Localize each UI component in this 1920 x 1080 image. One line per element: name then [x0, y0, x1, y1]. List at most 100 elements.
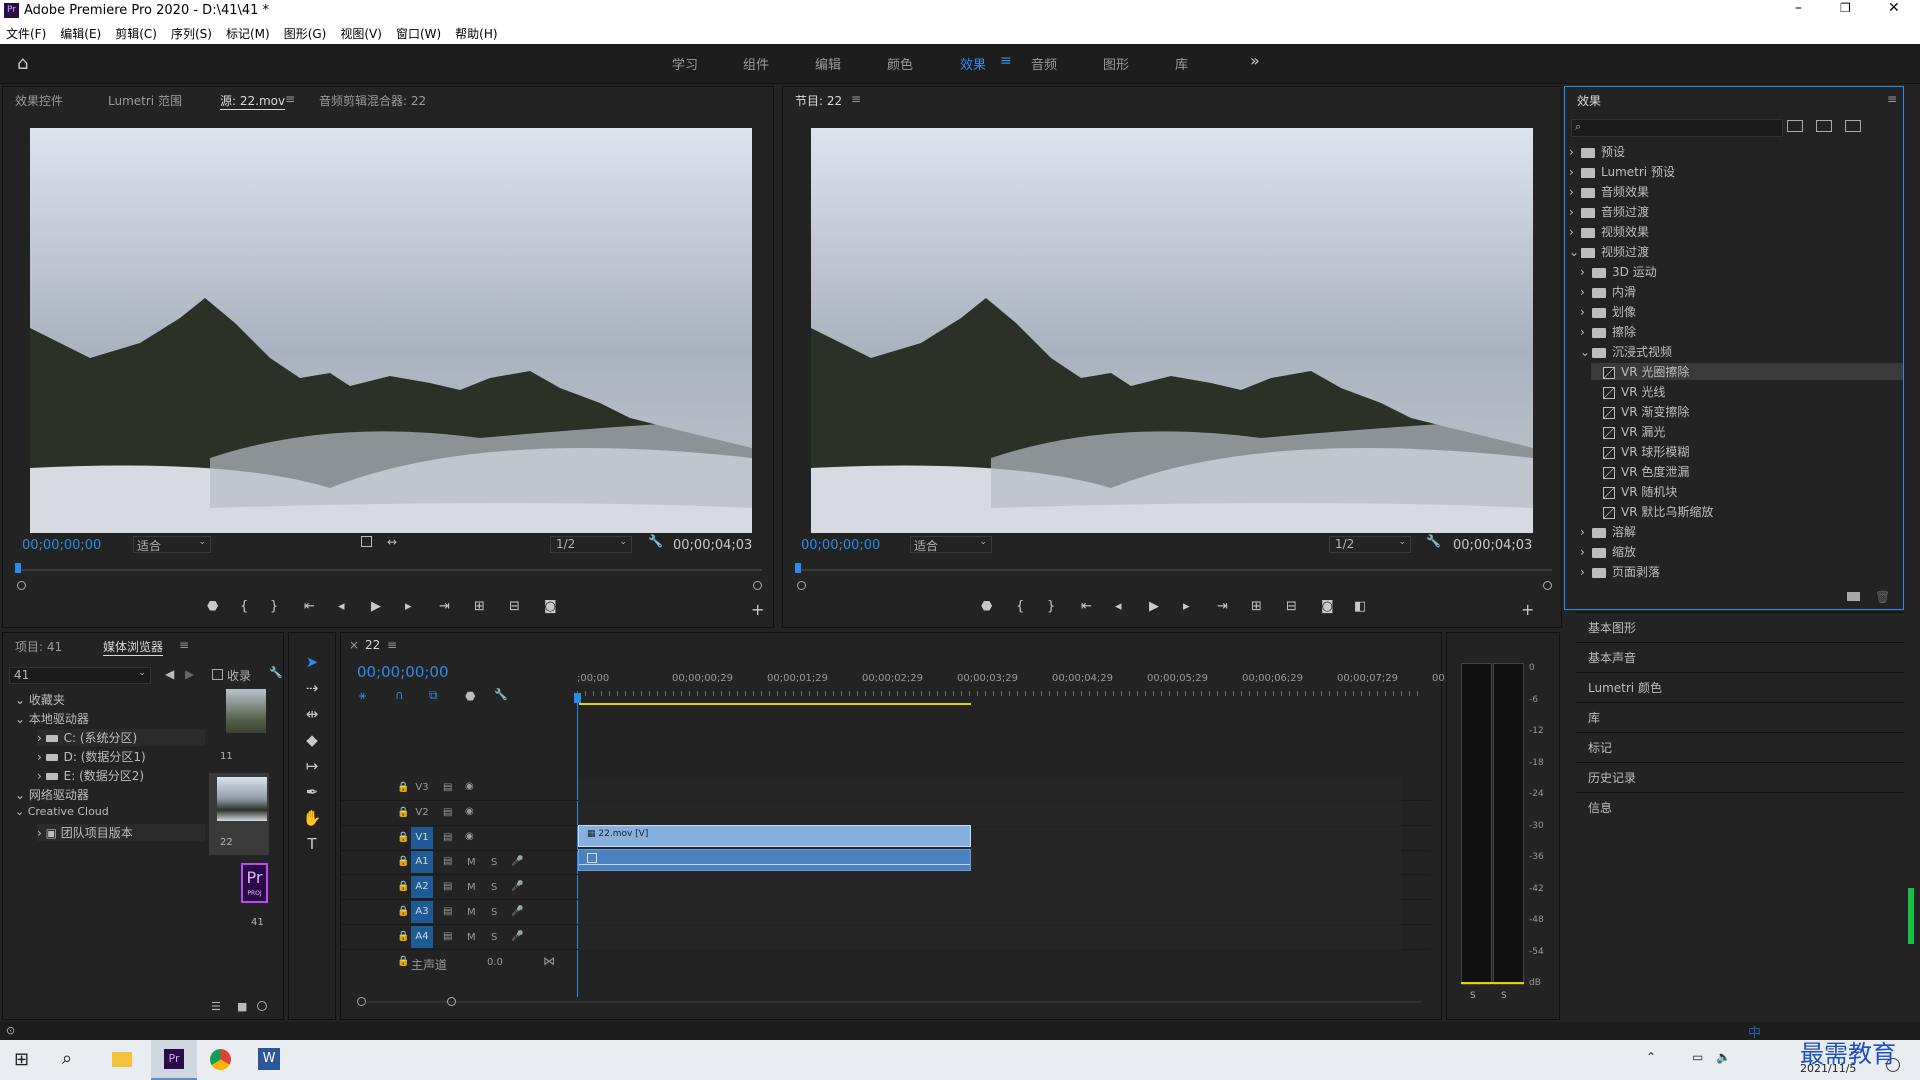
zoom-slider[interactable]	[257, 1001, 267, 1011]
lock-icon[interactable]: 🔒	[397, 956, 409, 967]
timeline-zoom-handle[interactable]	[447, 997, 456, 1006]
insert-icon[interactable]: ⊞	[474, 599, 485, 614]
favorites-checkbox[interactable]	[212, 669, 223, 680]
yuv-effects-icon[interactable]	[1845, 120, 1861, 132]
media-browser-menu-icon[interactable]: ≡	[179, 638, 189, 652]
track-select-tool-icon[interactable]: ⇢	[301, 677, 323, 699]
tree-team-projects[interactable]: › ▣ 团队项目版本	[37, 824, 205, 841]
effects-tree-item[interactable]: VR 默比乌斯缩放	[1591, 503, 1713, 520]
playhead-marker[interactable]	[574, 693, 581, 703]
tray-chevron-icon[interactable]: ⌃	[1646, 1050, 1656, 1064]
tree-drive-e[interactable]: › E: (数据分区2)	[37, 767, 144, 784]
menu-item-1[interactable]: 编辑(E)	[60, 25, 101, 42]
overwrite-icon[interactable]: ⊟	[509, 599, 520, 614]
effects-tree-item[interactable]: VR 光线	[1591, 383, 1665, 400]
solo-button[interactable]: S	[491, 907, 497, 918]
program-timecode[interactable]: 00;00;00;00	[801, 538, 880, 553]
source-resolution-select[interactable]: 1/2 ⌄	[550, 536, 632, 553]
side-panel-2[interactable]: Lumetri 颜色	[1576, 672, 1904, 702]
lock-icon[interactable]: 🔒	[397, 906, 409, 917]
tree-favorites[interactable]: ⌄ 收藏夹	[15, 691, 65, 708]
effects-tree-item[interactable]: VR 漏光	[1591, 423, 1665, 440]
playhead-marker[interactable]	[795, 563, 801, 573]
list-view-icon[interactable]: ☰	[211, 1000, 221, 1013]
sync-lock-icon[interactable]: ▤	[443, 832, 452, 843]
hand-tool-icon[interactable]: ✋	[301, 807, 323, 829]
lock-icon[interactable]: 🔒	[397, 807, 409, 818]
workspace-tab-5[interactable]: 音频	[1031, 54, 1057, 73]
tree-creative-cloud[interactable]: ⌄ Creative Cloud	[15, 805, 109, 818]
mute-button[interactable]: M	[467, 857, 476, 868]
word-icon[interactable]: W	[258, 1048, 280, 1070]
add-button-icon[interactable]: +	[751, 600, 764, 619]
program-resolution-select[interactable]: 1/2 ⌄	[1329, 536, 1411, 553]
sync-lock-icon[interactable]: ▤	[443, 906, 452, 917]
source-scrubber[interactable]	[17, 569, 762, 571]
add-marker-icon[interactable]: ⬣	[981, 599, 992, 614]
timeline-timecode[interactable]: 00;00;00;00	[357, 663, 449, 681]
wrench-icon[interactable]: 🔧	[648, 534, 663, 548]
tab-sequence[interactable]: 22	[365, 638, 380, 652]
add-marker-icon[interactable]: ⬣	[465, 689, 475, 703]
clock-date[interactable]: 2021/11/5	[1800, 1062, 1856, 1075]
track-target[interactable]: A3	[411, 901, 433, 923]
mark-out-icon[interactable]: }	[1047, 599, 1055, 614]
work-area-bar[interactable]	[579, 703, 971, 705]
effects-tree-item[interactable]: › Lumetri 预设	[1569, 163, 1675, 180]
effects-tree-item[interactable]: VR 随机块	[1591, 483, 1677, 500]
go-to-out-icon[interactable]: ⇥	[439, 599, 450, 614]
sync-lock-icon[interactable]: ▤	[443, 807, 452, 818]
timeline-zoom-bar[interactable]	[367, 1001, 1421, 1003]
solo-left-button[interactable]: S	[1470, 991, 1476, 1001]
source-menu-icon[interactable]: ≡	[285, 92, 295, 106]
track-lane[interactable]	[578, 802, 1401, 826]
razor-tool-icon[interactable]: ◆	[301, 729, 323, 751]
solo-button[interactable]: S	[491, 932, 497, 943]
step-forward-icon[interactable]: ▸	[1183, 599, 1190, 614]
maximize-icon[interactable]: ❐	[1840, 1, 1851, 15]
effects-tree-item[interactable]: › 页面剥落	[1580, 563, 1660, 580]
mark-in-icon[interactable]: {	[1016, 599, 1024, 614]
timeline-close-icon[interactable]: ×	[349, 638, 359, 652]
lock-icon[interactable]: 🔒	[397, 782, 409, 793]
sync-lock-icon[interactable]: ▤	[443, 931, 452, 942]
ripple-edit-tool-icon[interactable]: ⇹	[301, 703, 323, 725]
pen-tool-icon[interactable]: ✒	[301, 781, 323, 803]
menu-item-6[interactable]: 视图(V)	[340, 25, 382, 42]
solo-right-button[interactable]: S	[1501, 991, 1507, 1001]
side-panel-3[interactable]: 库	[1576, 702, 1904, 732]
file-explorer-icon[interactable]	[112, 1052, 132, 1067]
wrench-icon[interactable]: 🔧	[494, 688, 508, 701]
selection-tool-icon[interactable]: ➤	[301, 651, 323, 673]
eye-icon[interactable]: ◉	[465, 781, 474, 792]
eye-icon[interactable]: ◉	[465, 831, 474, 842]
menu-item-5[interactable]: 图形(G)	[284, 25, 327, 42]
slip-tool-icon[interactable]: ↦	[301, 755, 323, 777]
effects-tree-item[interactable]: ⌄ 视频过渡	[1569, 243, 1649, 260]
effects-tree-item[interactable]: › 缩放	[1580, 543, 1636, 560]
source-zoom-start[interactable]	[17, 581, 26, 590]
track-target[interactable]: A2	[411, 876, 433, 898]
program-scrubber[interactable]	[797, 569, 1552, 571]
linked-selection-icon[interactable]: ⧉	[429, 688, 438, 703]
source-zoom-end[interactable]	[753, 581, 762, 590]
workspace-tab-2[interactable]: 编辑	[815, 54, 841, 73]
side-panel-5[interactable]: 历史记录	[1576, 762, 1904, 792]
back-arrow-icon[interactable]: ◀	[165, 667, 174, 681]
track-target[interactable]: V3	[411, 777, 433, 799]
location-select[interactable]: 41 ⌄	[9, 667, 151, 684]
mark-in-icon[interactable]: {	[240, 599, 248, 614]
program-fit-select[interactable]: 适合 ⌄	[910, 536, 992, 553]
menu-item-4[interactable]: 标记(M)	[226, 25, 270, 42]
track-target[interactable]: V2	[411, 802, 433, 824]
side-panel-0[interactable]: 基本图形	[1576, 612, 1904, 642]
menu-item-0[interactable]: 文件(F)	[6, 25, 46, 42]
clip-audio[interactable]	[578, 849, 971, 871]
wrench-icon[interactable]: 🔧	[1426, 534, 1441, 548]
effects-tree-item[interactable]: › 划像	[1580, 303, 1636, 320]
mark-out-icon[interactable]: }	[270, 599, 278, 614]
effects-tree-item[interactable]: › 音频效果	[1569, 183, 1649, 200]
thumb-11[interactable]: 11	[209, 689, 269, 769]
go-to-in-icon[interactable]: ⇤	[1081, 599, 1092, 614]
track-target[interactable]: V1	[411, 827, 433, 849]
